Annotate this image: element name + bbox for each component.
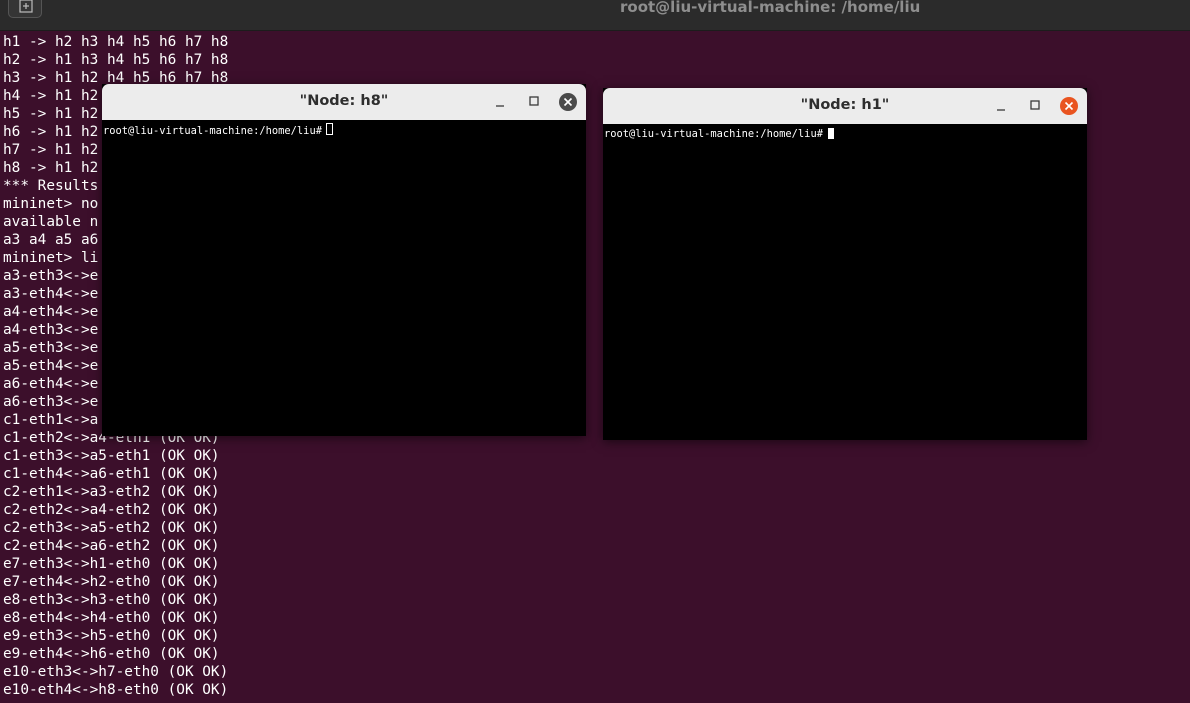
node-h8-terminal[interactable]: root@liu-virtual-machine:/home/liu#	[102, 120, 586, 436]
prompt-text: root@liu-virtual-machine:/home/liu#	[103, 125, 322, 137]
terminal-line: e7-eth4<->h2-eth0 (OK OK)	[3, 574, 220, 590]
node-h8-title: "Node: h8"	[299, 93, 389, 109]
new-tab-icon	[19, 0, 33, 13]
terminal-line: c2-eth2<->a4-eth2 (OK OK)	[3, 502, 220, 518]
cursor	[325, 123, 333, 135]
terminal-line: e10-eth3<->h7-eth0 (OK OK)	[3, 664, 229, 680]
node-h1-title: "Node: h1"	[800, 97, 890, 113]
close-button[interactable]	[558, 92, 578, 112]
terminal-line: e8-eth3<->h3-eth0 (OK OK)	[3, 592, 220, 608]
minimize-icon	[997, 109, 1005, 111]
node-h1-terminal[interactable]: root@liu-virtual-machine:/home/liu#	[603, 124, 1087, 440]
maximize-icon	[529, 96, 539, 106]
cursor	[827, 128, 834, 139]
terminal-line: e9-eth4<->h6-eth0 (OK OK)	[3, 646, 220, 662]
terminal-line: h1 -> h2 h3 h4 h5 h6 h7 h8	[3, 34, 229, 50]
maximize-icon	[1030, 100, 1040, 110]
terminal-line: e8-eth4<->h4-eth0 (OK OK)	[3, 610, 220, 626]
maximize-button[interactable]	[524, 92, 544, 112]
terminal-line: c1-eth4<->a6-eth1 (OK OK)	[3, 466, 220, 482]
maximize-button[interactable]	[1025, 96, 1045, 116]
node-h1-titlebar[interactable]: "Node: h1"	[603, 88, 1087, 124]
prompt-text: root@liu-virtual-machine:/home/liu#	[604, 128, 823, 140]
terminal-line: e7-eth3<->h1-eth0 (OK OK)	[3, 556, 220, 572]
minimize-button[interactable]	[490, 92, 510, 112]
desktop: root@liu-virtual-machine: /home/liu h1 -…	[0, 0, 1190, 703]
minimize-icon	[496, 105, 504, 107]
terminal-line: c2-eth1<->a3-eth2 (OK OK)	[3, 484, 220, 500]
terminal-line: c2-eth3<->a5-eth2 (OK OK)	[3, 520, 220, 536]
close-button[interactable]	[1059, 96, 1079, 116]
terminal-line: e9-eth3<->h5-eth0 (OK OK)	[3, 628, 220, 644]
node-h1-window[interactable]: "Node: h1" root@liu-virtual-machine:/hom…	[603, 88, 1087, 440]
new-tab-button[interactable]	[8, 0, 42, 18]
terminal-line: e10-eth4<->h8-eth0 (OK OK)	[3, 682, 229, 698]
terminal-line: c1-eth3<->a5-eth1 (OK OK)	[3, 448, 220, 464]
node-h8-titlebar[interactable]: "Node: h8"	[102, 84, 586, 120]
window-title: root@liu-virtual-machine: /home/liu	[620, 0, 921, 16]
close-icon	[1060, 97, 1078, 115]
main-terminal-header: root@liu-virtual-machine: /home/liu	[0, 0, 1190, 31]
node-h8-window[interactable]: "Node: h8" root@liu-virtual-machine:/hom…	[102, 84, 586, 436]
shell-prompt: root@liu-virtual-machine:/home/liu#	[103, 123, 333, 138]
close-icon	[559, 93, 577, 111]
terminal-line: c2-eth4<->a6-eth2 (OK OK)	[3, 538, 220, 554]
terminal-line: h2 -> h1 h3 h4 h5 h6 h7 h8	[3, 52, 229, 68]
minimize-button[interactable]	[991, 96, 1011, 116]
shell-prompt: root@liu-virtual-machine:/home/liu#	[604, 127, 834, 141]
